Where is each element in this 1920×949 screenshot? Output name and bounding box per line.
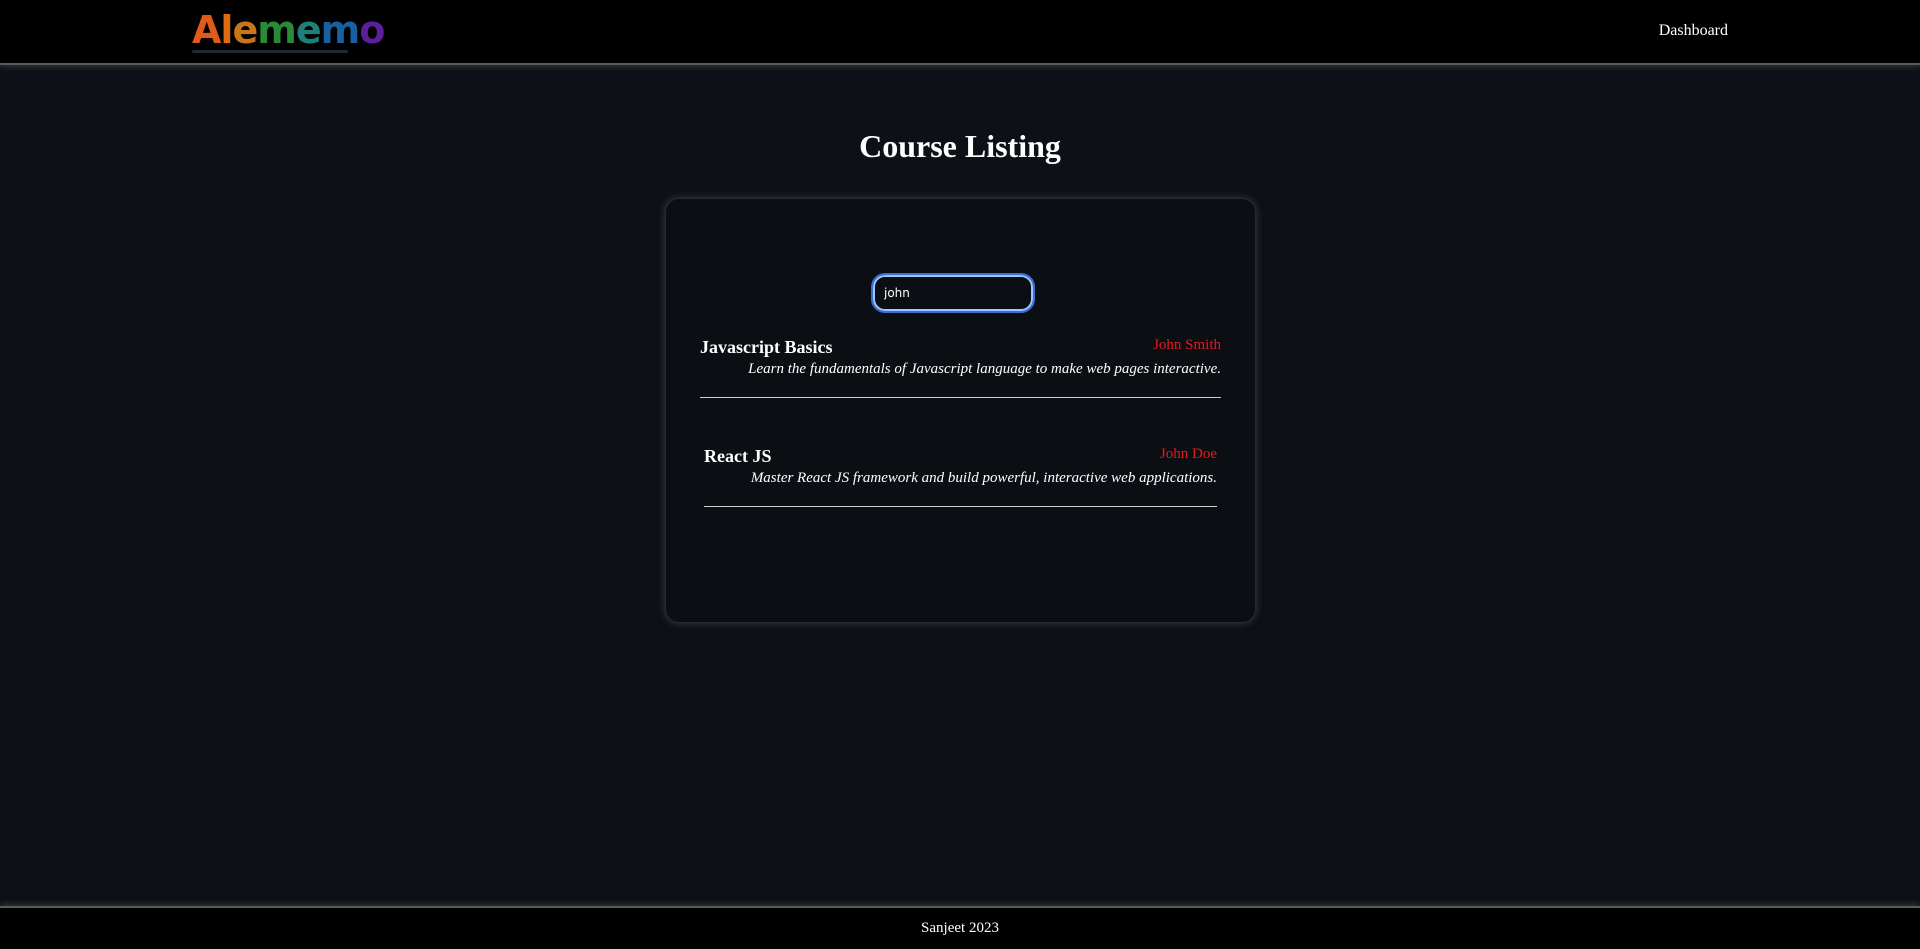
course-instructor: John Smith xyxy=(1153,337,1221,353)
course-list-card: Javascript Basics John Smith Learn the f… xyxy=(665,198,1256,623)
course-description: Learn the fundamentals of Javascript lan… xyxy=(748,361,1221,377)
course-item-javascript-basics[interactable]: Javascript Basics John Smith Learn the f… xyxy=(700,333,1221,398)
course-title: React JS xyxy=(704,446,772,466)
brand-logo-underline xyxy=(192,50,348,53)
brand-logo[interactable]: Alememo xyxy=(192,8,385,53)
course-item-react-js[interactable]: React JS John Doe Master React JS framew… xyxy=(704,442,1217,507)
brand-logo-text: Alememo xyxy=(192,8,385,52)
page-title: Course Listing xyxy=(859,128,1061,164)
footer-text: Sanjeet 2023 xyxy=(921,920,999,936)
top-navbar: Alememo Dashboard xyxy=(0,0,1920,65)
course-instructor: John Doe xyxy=(1159,446,1217,462)
course-description: Master React JS framework and build powe… xyxy=(750,470,1217,486)
page-footer: Sanjeet 2023 xyxy=(0,906,1920,949)
nav-link-dashboard[interactable]: Dashboard xyxy=(1659,22,1728,40)
search-input[interactable] xyxy=(871,273,1035,313)
course-title: Javascript Basics xyxy=(700,337,833,357)
